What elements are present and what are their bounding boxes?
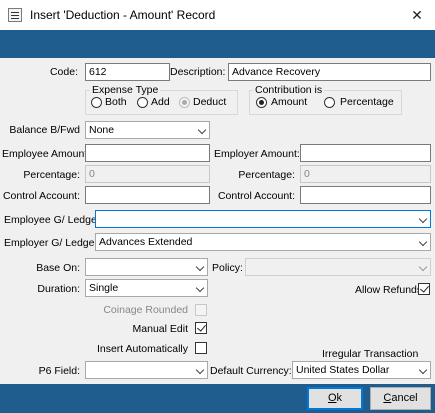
employer-gl-label: Employer G/ Ledger: xyxy=(4,237,101,249)
expense-deduct-label: Deduct xyxy=(193,96,227,108)
employer-amount-label: Employer Amount: xyxy=(214,148,300,160)
balance-bfwd-select[interactable]: None xyxy=(85,121,210,139)
chevron-down-icon xyxy=(197,125,207,135)
chevron-down-icon xyxy=(195,365,205,375)
contribution-amount-radio[interactable] xyxy=(256,97,267,108)
ok-mnemonic: O xyxy=(327,392,337,404)
chevron-down-icon xyxy=(418,214,428,224)
balance-bfwd-label: Balance B/Fwd xyxy=(9,124,80,136)
cancel-button[interactable]: Cancel xyxy=(370,387,431,410)
expense-add-label: Add xyxy=(151,96,170,108)
manual-edit-checkbox[interactable] xyxy=(195,322,207,334)
employee-percentage-label: Percentage: xyxy=(23,169,80,181)
title-bar: Insert 'Deduction - Amount' Record ✕ xyxy=(0,0,435,30)
default-currency-label: Default Currency: xyxy=(210,365,292,377)
insert-automatically-label: Insert Automatically xyxy=(96,343,188,355)
policy-select[interactable] xyxy=(245,258,431,276)
employer-control-account-input[interactable] xyxy=(300,186,431,204)
expense-both-label: Both xyxy=(105,96,127,108)
chevron-down-icon xyxy=(195,262,205,272)
expense-deduct-radio[interactable] xyxy=(179,97,190,108)
expense-add-radio[interactable] xyxy=(137,97,148,108)
code-label: Code: xyxy=(49,66,78,78)
default-currency-select[interactable]: United States Dollar xyxy=(292,361,431,379)
contribution-amount-label: Amount xyxy=(271,96,308,108)
irregular-transaction-label: Irregular Transaction xyxy=(322,348,419,360)
cancel-label-rest: ancel xyxy=(391,392,418,404)
employer-gl-select[interactable]: Advances Extended xyxy=(95,233,431,251)
employee-gl-select[interactable] xyxy=(95,210,431,228)
p6-field-select[interactable] xyxy=(85,361,208,379)
chevron-down-icon xyxy=(418,365,428,375)
balance-bfwd-value: None xyxy=(89,124,115,136)
employee-amount-label: Employee Amount: xyxy=(2,148,91,160)
duration-label: Duration: xyxy=(37,283,80,295)
coinage-rounded-checkbox[interactable] xyxy=(195,304,207,316)
employer-percentage-input[interactable]: 0 xyxy=(300,165,431,183)
employee-control-account-input[interactable] xyxy=(85,186,210,204)
form-panel: Code: 612 Description: Advance Recovery … xyxy=(0,58,435,384)
insert-automatically-checkbox[interactable] xyxy=(195,342,207,354)
base-on-select[interactable] xyxy=(85,258,208,276)
code-input[interactable]: 612 xyxy=(85,63,170,81)
footer-band: Ok Cancel xyxy=(0,384,435,413)
policy-label: Policy: xyxy=(212,262,243,274)
contribution-percentage-radio[interactable] xyxy=(324,97,335,108)
base-on-label: Base On: xyxy=(36,262,80,274)
ok-button[interactable]: Ok xyxy=(307,387,363,410)
chevron-down-icon xyxy=(418,262,428,272)
close-icon[interactable]: ✕ xyxy=(405,4,429,26)
duration-select[interactable]: Single xyxy=(85,279,208,297)
default-currency-value: United States Dollar xyxy=(296,364,390,376)
employee-control-account-label: Control Account: xyxy=(2,190,80,202)
employer-percentage-label: Percentage: xyxy=(238,169,295,181)
manual-edit-label: Manual Edit xyxy=(132,323,188,335)
window-title: Insert 'Deduction - Amount' Record xyxy=(30,8,216,22)
contribution-percentage-label: Percentage xyxy=(340,96,394,108)
description-input[interactable]: Advance Recovery xyxy=(228,63,431,81)
expense-both-radio[interactable] xyxy=(91,97,102,108)
allow-refunds-label: Allow Refunds xyxy=(355,284,423,296)
duration-value: Single xyxy=(89,282,119,294)
employee-gl-label: Employee G/ Ledger: xyxy=(4,214,104,226)
p6-field-label: P6 Field: xyxy=(38,365,80,377)
ok-label-rest: k xyxy=(336,392,343,404)
employer-gl-value: Advances Extended xyxy=(99,236,193,248)
employer-amount-input[interactable] xyxy=(300,144,431,162)
coinage-rounded-label: Coinage Rounded xyxy=(103,304,188,316)
header-band xyxy=(0,30,435,58)
employee-amount-input[interactable] xyxy=(85,144,210,162)
chevron-down-icon xyxy=(418,237,428,247)
chevron-down-icon xyxy=(195,283,205,293)
employee-percentage-input[interactable]: 0 xyxy=(85,165,210,183)
allow-refunds-checkbox[interactable] xyxy=(418,283,430,295)
window-app-icon xyxy=(8,8,22,22)
employer-control-account-label: Control Account: xyxy=(217,190,295,202)
description-label: Description: xyxy=(170,66,226,78)
